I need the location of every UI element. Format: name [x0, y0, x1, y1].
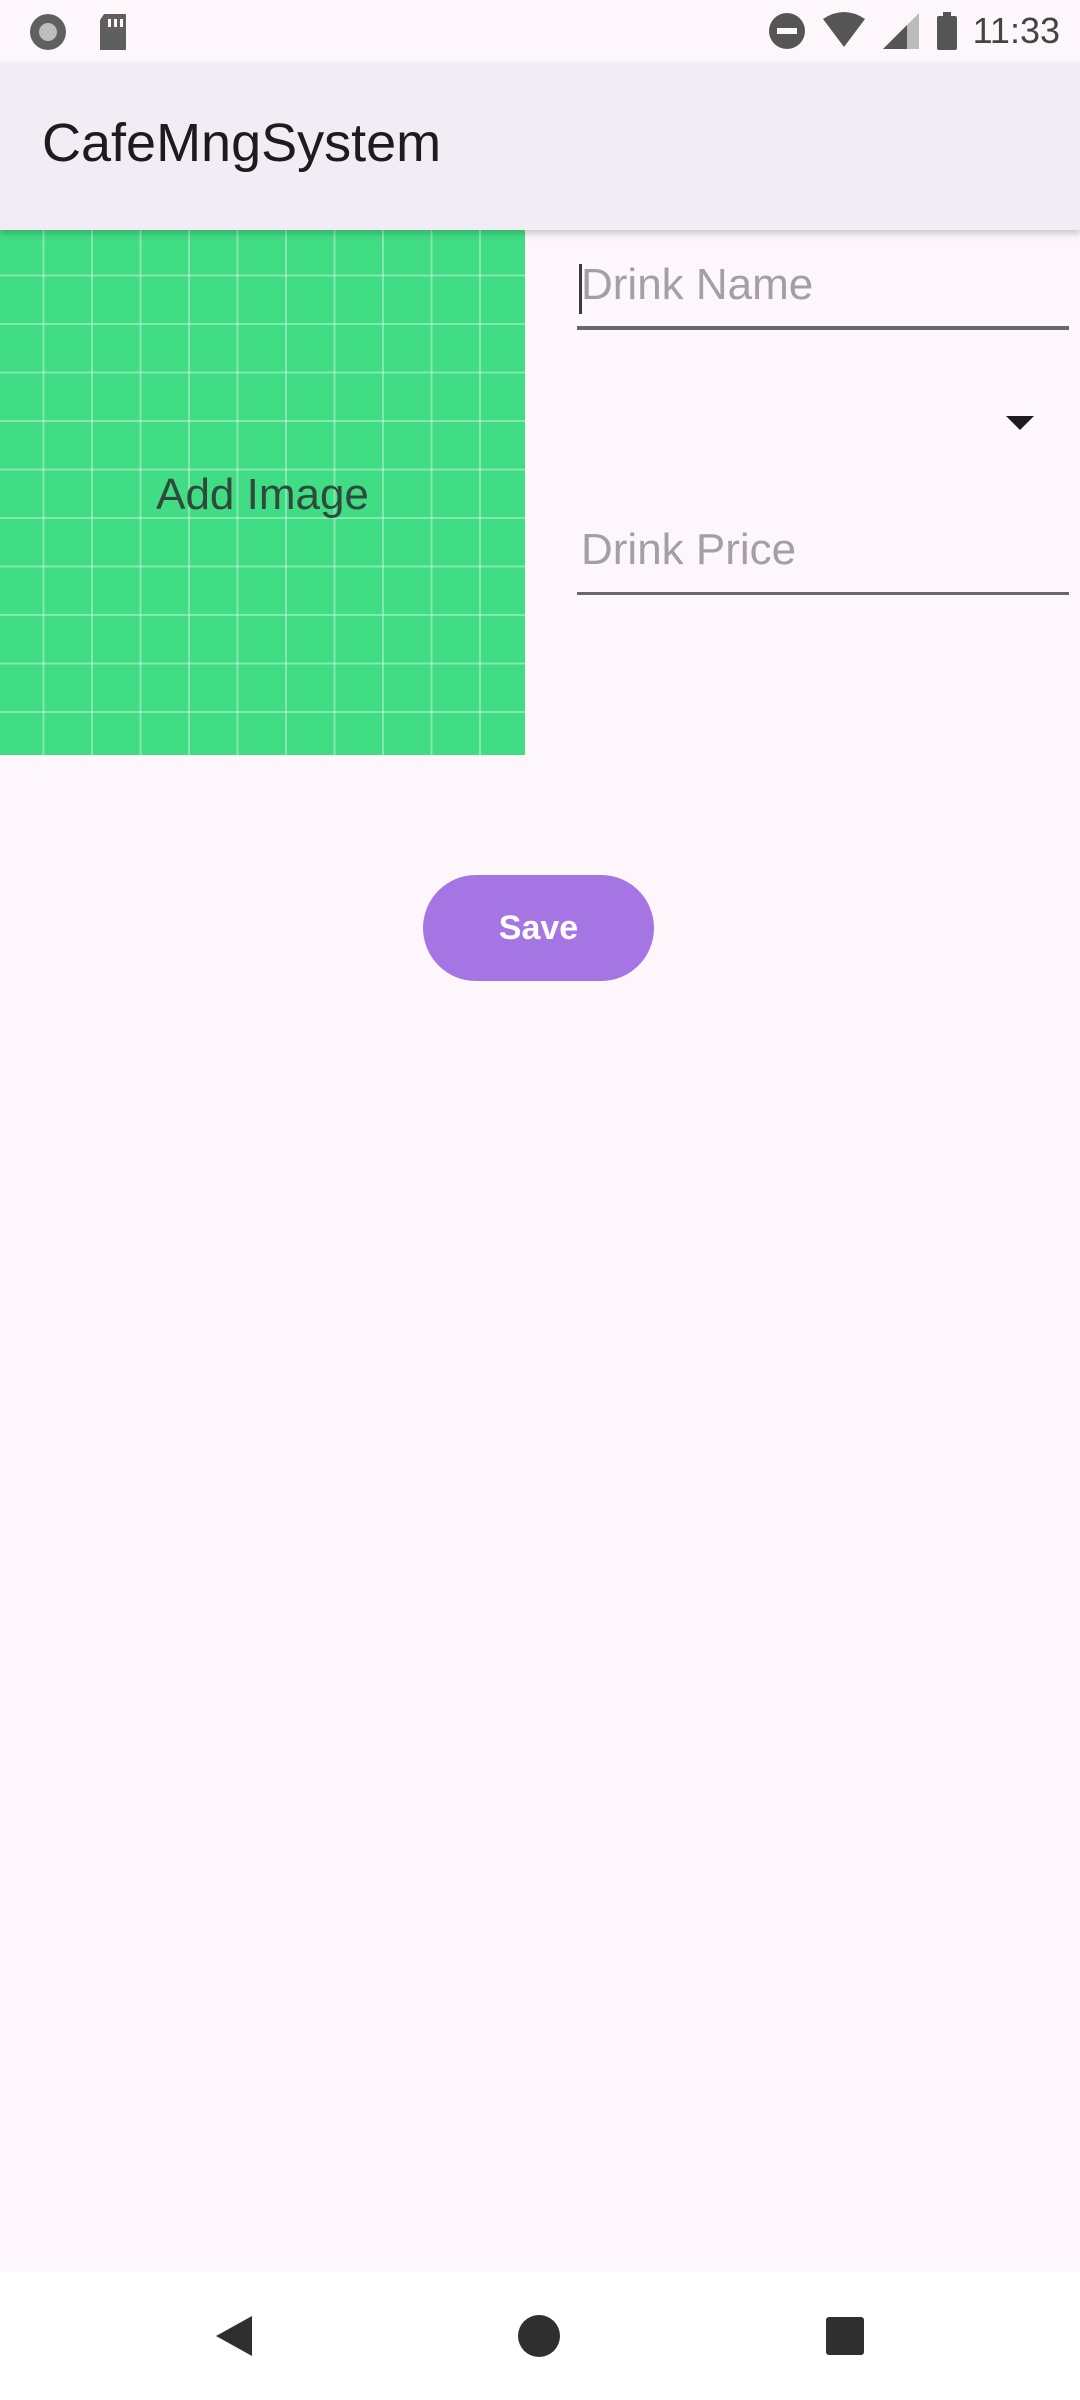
sd-card-icon — [100, 14, 126, 50]
do-not-disturb-icon — [768, 13, 805, 49]
save-button[interactable]: Save — [423, 875, 654, 981]
battery-icon — [936, 12, 957, 50]
drink-price-underline — [577, 592, 1069, 595]
drink-price-field[interactable] — [577, 515, 1069, 595]
signal-icon — [882, 13, 919, 49]
status-left — [28, 12, 130, 52]
drink-name-underline — [577, 326, 1069, 330]
status-right: 11:33 — [767, 10, 1060, 52]
dropdown-arrow-icon — [1006, 416, 1034, 430]
recording-icon — [30, 14, 66, 50]
navigation-bar — [0, 2272, 1080, 2400]
back-icon[interactable] — [216, 2316, 252, 2356]
wifi-icon — [822, 12, 865, 47]
add-image-label: Add Image — [156, 470, 369, 519]
text-cursor — [579, 264, 582, 314]
home-icon[interactable] — [518, 2315, 560, 2357]
drink-price-input[interactable] — [577, 515, 1069, 585]
app-title: CafeMngSystem — [42, 113, 442, 173]
recents-icon[interactable] — [826, 2317, 864, 2355]
app-bar: CafeMngSystem — [0, 62, 1080, 230]
status-time: 11:33 — [972, 10, 1060, 51]
status-bar: 11:33 — [0, 0, 1080, 62]
add-image-button[interactable]: Add Image — [0, 230, 525, 755]
drink-name-input[interactable] — [577, 250, 1069, 320]
drink-name-field[interactable] — [577, 250, 1069, 330]
category-dropdown[interactable] — [577, 380, 1069, 470]
